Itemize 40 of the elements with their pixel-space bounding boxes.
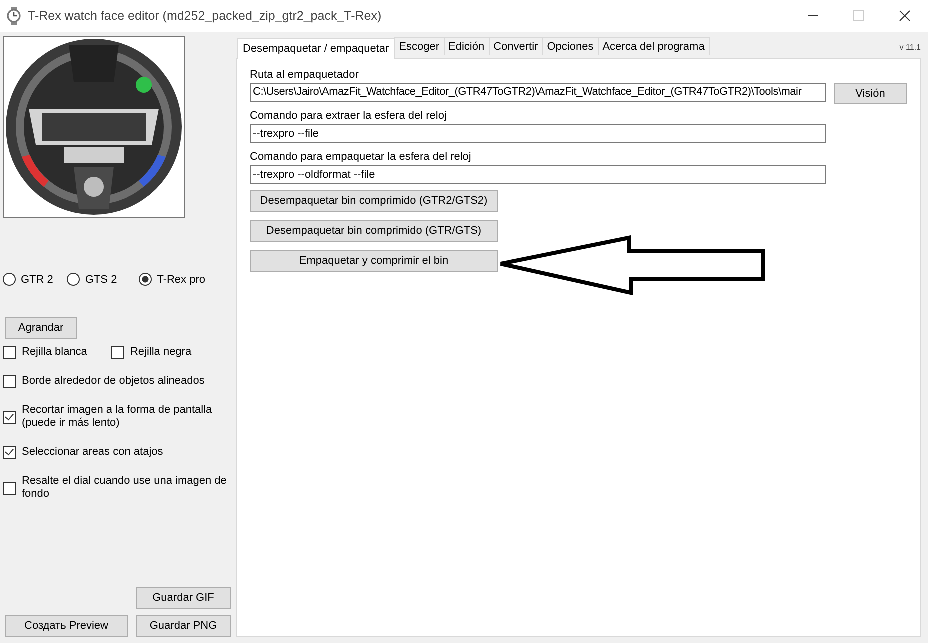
radio-button[interactable] <box>139 273 152 286</box>
tab[interactable]: Acerca del programa <box>598 37 710 55</box>
save-gif-button[interactable]: Guardar GIF <box>136 587 231 609</box>
checkbox-label: Borde alrededor de objetos alineados <box>22 375 206 388</box>
checkbox-label: Rejilla blanca <box>22 346 88 359</box>
close-icon[interactable] <box>899 10 911 22</box>
action-button[interactable]: Desempaquetar bin comprimido (GTR/GTS) <box>250 220 498 242</box>
tab[interactable]: Desempaquetar / empaquetar <box>237 38 396 59</box>
radio-label: GTS 2 <box>85 274 118 286</box>
watch-icon <box>6 7 22 25</box>
radio-label: T-Rex pro <box>157 274 206 286</box>
checkbox[interactable] <box>3 410 16 424</box>
tab[interactable]: Opciones <box>542 37 599 55</box>
field-label: Comando para extraer la esfera del reloj <box>250 110 447 122</box>
checkbox-label: Recortar imagen a la forma de pantalla (puede ir más lento) <box>22 404 214 430</box>
checkbox[interactable] <box>3 446 16 459</box>
window-title: T-Rex watch face editor (md252_packed_zip_gtr2_pack_T-Rex) <box>28 9 382 23</box>
action-button[interactable]: Empaquetar y comprimir el bin <box>250 250 498 272</box>
save-png-button[interactable]: Guardar PNG <box>136 615 231 637</box>
checkbox-label: Resalte el dial cuando use una imagen de fondo <box>22 475 228 501</box>
tab[interactable]: Escoger <box>394 37 445 55</box>
checkbox[interactable] <box>3 346 16 359</box>
command-input-field[interactable]: --trexpro --file <box>250 124 826 143</box>
zoom-button[interactable]: Agrandar <box>5 317 77 339</box>
action-button[interactable]: Desempaquetar bin comprimido (GTR2/GTS2) <box>250 190 498 212</box>
radio-button[interactable] <box>3 273 16 286</box>
checkbox-label: Rejilla negra <box>130 346 192 359</box>
path-input-field[interactable]: C:\Users\Jairo\AmazFit_Watchface_Editor_(GTR47ToGTR2)\AmazFit_Watchface_Editor_(GTR47ToGTR2)\Tools\mair <box>250 83 826 102</box>
radio-label: GTR 2 <box>21 274 54 286</box>
checkbox-label: Seleccionar areas con atajos <box>22 446 164 459</box>
radio-button[interactable] <box>67 273 80 286</box>
field-label: Comando para empaquetar la esfera del reloj <box>250 151 472 163</box>
browse-button[interactable]: Visión <box>834 83 907 104</box>
field-label: Ruta al empaquetador <box>250 69 359 81</box>
checkbox[interactable] <box>111 346 124 359</box>
command-input-field[interactable]: --trexpro --oldformat --file <box>250 165 826 184</box>
create-preview-button[interactable]: Создать Preview <box>5 615 128 637</box>
version-label: v 11.1 <box>900 43 921 52</box>
checkbox[interactable] <box>3 375 16 388</box>
checkbox[interactable] <box>3 482 16 494</box>
